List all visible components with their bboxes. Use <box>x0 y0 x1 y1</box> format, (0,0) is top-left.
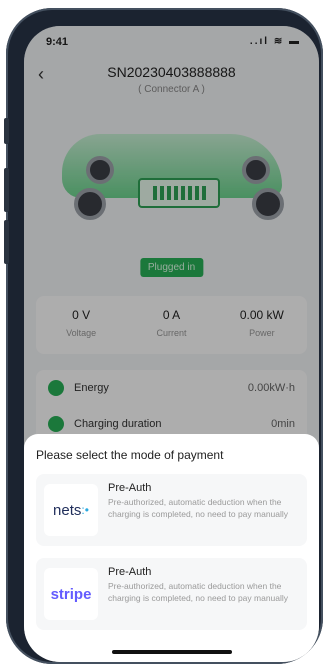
option-title: Pre-Auth <box>108 566 152 578</box>
sheet-title: Please select the mode of payment <box>36 448 224 462</box>
stripe-logo: stripe <box>44 568 98 620</box>
screen: 9:41 ..ıl ≋ ▬ ‹ SN20230403888888 ( Conne… <box>24 26 319 662</box>
mute-switch <box>4 118 9 144</box>
home-indicator[interactable] <box>111 650 232 654</box>
phone-frame: 9:41 ..ıl ≋ ▬ ‹ SN20230403888888 ( Conne… <box>4 8 323 664</box>
payment-sheet: Please select the mode of payment nets:•… <box>24 434 319 662</box>
payment-option-nets[interactable]: nets:• Pre-Auth Pre-authorized, automati… <box>36 474 307 546</box>
volume-down-button <box>4 220 9 264</box>
option-description: Pre-authorized, automatic deduction when… <box>108 497 289 519</box>
option-title: Pre-Auth <box>108 482 152 494</box>
volume-up-button <box>4 168 9 212</box>
option-description: Pre-authorized, automatic deduction when… <box>108 581 289 603</box>
nets-logo: nets:• <box>44 484 98 536</box>
payment-option-stripe[interactable]: stripe Pre-Auth Pre-authorized, automati… <box>36 558 307 630</box>
